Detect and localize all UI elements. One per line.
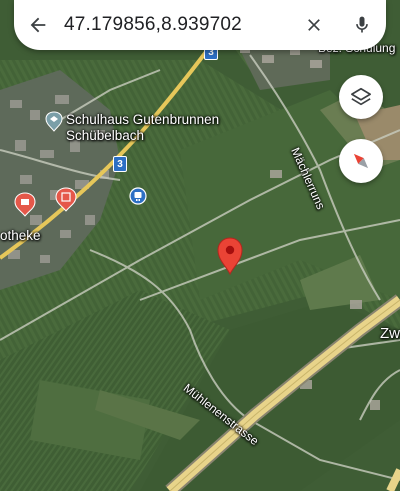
poi-label-school[interactable]: Schulhaus Gutenbrunnen Schübelbach [66, 112, 219, 144]
search-input[interactable]: 47.179856,8.939702 [62, 14, 290, 36]
microphone-icon [356, 16, 368, 33]
poi-label-school-line1: Schulhaus Gutenbrunnen [66, 112, 220, 127]
layers-icon [351, 87, 371, 106]
back-button[interactable] [14, 0, 62, 50]
clear-button[interactable] [290, 0, 338, 50]
voice-search-button[interactable] [338, 0, 386, 50]
arrow-left-icon [30, 17, 46, 33]
layers-button[interactable] [339, 75, 383, 119]
poi-label-pharmacy[interactable]: otheke [0, 228, 41, 244]
poi-label-school-line2: Schübelbach [66, 128, 145, 143]
compass-icon [353, 153, 369, 169]
train-station-icon[interactable] [129, 187, 147, 205]
compass-button[interactable] [339, 139, 383, 183]
place-label-zw: Zw [380, 325, 400, 342]
route-number-sign: 3 [113, 156, 127, 172]
search-bar[interactable]: 47.179856,8.939702 [14, 0, 386, 50]
close-icon [308, 19, 320, 31]
satellite-map[interactable] [0, 0, 400, 491]
